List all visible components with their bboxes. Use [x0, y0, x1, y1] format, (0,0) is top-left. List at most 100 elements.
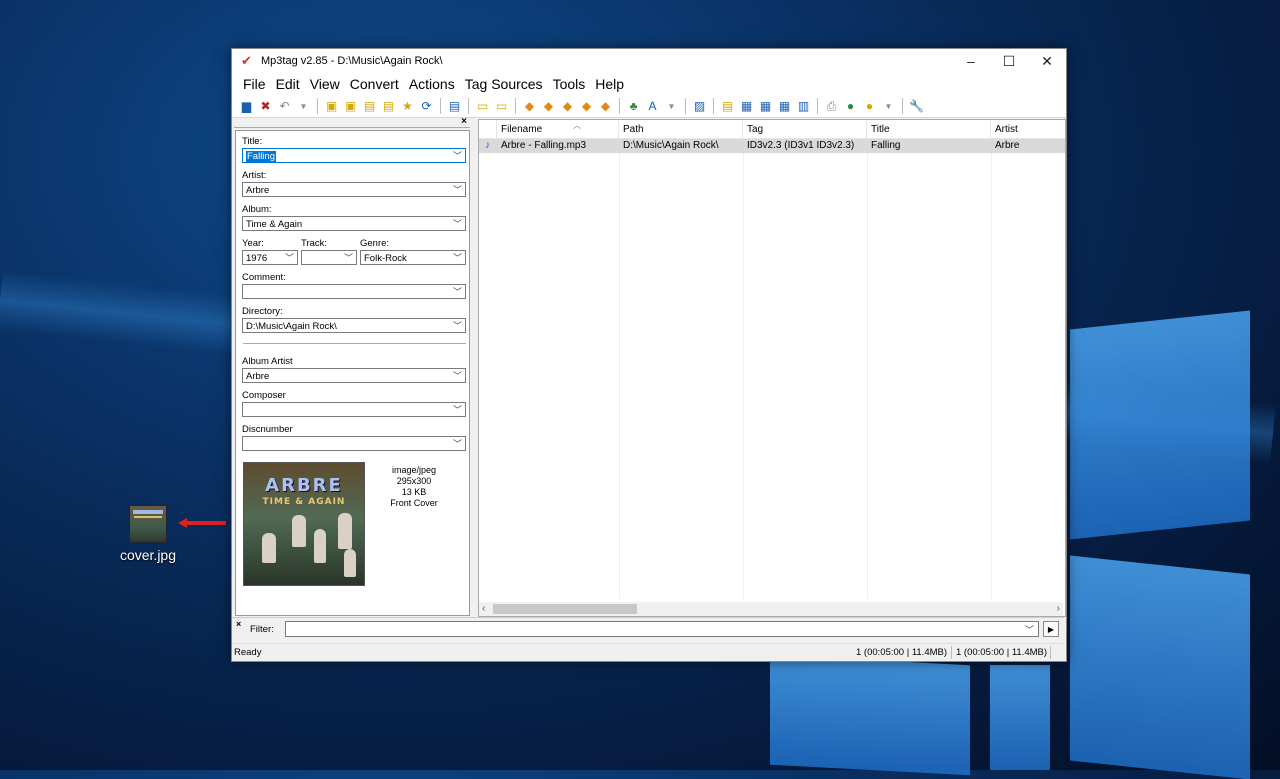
menu-tools[interactable]: Tools: [548, 76, 591, 92]
directory-field[interactable]: D:\Music\Again Rock\ ﹀: [242, 318, 466, 333]
horizontal-scrollbar[interactable]: ‹ ›: [479, 602, 1063, 616]
change-directory-icon[interactable]: ▣: [323, 98, 340, 115]
playlist-create-icon[interactable]: ▦: [738, 98, 755, 115]
playlist-icon[interactable]: ▤: [380, 98, 397, 115]
year-field[interactable]: 1976 ﹀: [242, 250, 298, 265]
refresh-icon[interactable]: ⟳: [418, 98, 435, 115]
column-header-artist[interactable]: Artist: [991, 120, 1065, 138]
actions-dropdown-icon[interactable]: ▼: [663, 98, 680, 115]
menu-help[interactable]: Help: [590, 76, 629, 92]
web-search-icon[interactable]: ●: [861, 98, 878, 115]
menu-actions[interactable]: Actions: [404, 76, 460, 92]
add-directory-icon[interactable]: ▣: [342, 98, 359, 115]
column-header-title[interactable]: Title: [867, 120, 991, 138]
album-artist-field[interactable]: Arbre ﹀: [242, 368, 466, 383]
remove-tag-icon[interactable]: ✖: [257, 98, 274, 115]
chevron-down-icon[interactable]: ﹀: [453, 403, 462, 418]
cover-dimensions: 295x300: [396, 476, 432, 486]
options-wrench-icon[interactable]: 🔧: [908, 98, 925, 115]
select-all-icon[interactable]: ▤: [446, 98, 463, 115]
action-icon[interactable]: ♣: [625, 98, 642, 115]
paste-tag-icon[interactable]: ▭: [493, 98, 510, 115]
cover-mime: image/jpeg: [391, 465, 437, 475]
discogs-icon[interactable]: ▦: [776, 98, 793, 115]
genre-field[interactable]: Folk-Rock ﹀: [360, 250, 466, 265]
genre-label: Genre:: [360, 238, 390, 249]
minimize-button[interactable]: –: [952, 49, 990, 73]
column-header-tag[interactable]: Tag: [743, 120, 867, 138]
discnumber-field[interactable]: ﹀: [242, 436, 466, 451]
filename-tag-icon[interactable]: ◆: [540, 98, 557, 115]
export-icon[interactable]: ▤: [719, 98, 736, 115]
scroll-right-icon[interactable]: ›: [1057, 602, 1060, 616]
filter-input[interactable]: ﹀: [285, 621, 1039, 637]
print-icon[interactable]: ⎙: [823, 98, 840, 115]
cover-art-image[interactable]: ARBRE TIME & AGAIN: [243, 462, 365, 586]
sources-dropdown-icon[interactable]: ▼: [880, 98, 897, 115]
freedb-icon[interactable]: ▦: [757, 98, 774, 115]
album-field[interactable]: Time & Again ﹀: [242, 216, 466, 231]
chevron-down-icon[interactable]: ﹀: [453, 183, 462, 198]
amazon-icon[interactable]: ▥: [795, 98, 812, 115]
menu-file[interactable]: File: [238, 76, 271, 92]
close-filter-icon[interactable]: ×: [236, 619, 241, 629]
menu-edit[interactable]: Edit: [271, 76, 305, 92]
web-sources-icon[interactable]: ●: [842, 98, 859, 115]
autonumbering-icon[interactable]: ▨: [691, 98, 708, 115]
toolbar-separator: [685, 98, 686, 114]
file-list-header: Filename ︿ Path Tag Title Artist: [479, 120, 1065, 139]
chevron-down-icon[interactable]: ﹀: [453, 319, 462, 334]
close-button[interactable]: ✕: [1028, 49, 1066, 73]
cover-type: Front Cover: [390, 498, 438, 508]
toolbar-separator: [440, 98, 441, 114]
desktop-logo-pane: [990, 665, 1050, 770]
mp3tag-window: ✔ Mp3tag v2.85 - D:\Music\Again Rock\ – …: [231, 48, 1067, 662]
composer-field[interactable]: ﹀: [242, 402, 466, 417]
scroll-left-icon[interactable]: ‹: [482, 602, 485, 616]
toolbar-separator: [619, 98, 620, 114]
chevron-down-icon[interactable]: ﹀: [453, 251, 462, 266]
menu-view[interactable]: View: [305, 76, 345, 92]
scrollbar-thumb[interactable]: [493, 604, 637, 614]
title-field[interactable]: Falling ﹀: [242, 148, 466, 163]
chevron-down-icon[interactable]: ﹀: [344, 251, 353, 266]
discnumber-label: Discnumber: [242, 424, 293, 435]
track-field[interactable]: ﹀: [301, 250, 357, 265]
desktop-icon-cover-jpg[interactable]: cover.jpg: [112, 505, 184, 563]
chevron-down-icon[interactable]: ﹀: [453, 149, 462, 164]
tag-filename-icon[interactable]: ◆: [521, 98, 538, 115]
filter-label: Filter:: [250, 624, 274, 635]
column-header-path[interactable]: Path: [619, 120, 743, 138]
menu-tag-sources[interactable]: Tag Sources: [460, 76, 548, 92]
menu-convert[interactable]: Convert: [345, 76, 404, 92]
dropdown-icon[interactable]: ▼: [295, 98, 312, 115]
favorites-star-icon[interactable]: ★: [399, 98, 416, 115]
chevron-down-icon[interactable]: ﹀: [453, 369, 462, 384]
close-panel-icon[interactable]: ×: [461, 116, 467, 127]
format-value-icon[interactable]: ◆: [597, 98, 614, 115]
comment-label: Comment:: [242, 272, 286, 283]
maximize-button[interactable]: ☐: [990, 49, 1028, 73]
text-file-tag-icon[interactable]: ◆: [559, 98, 576, 115]
filter-apply-button[interactable]: ▶: [1043, 621, 1059, 637]
case-conversion-icon[interactable]: A: [644, 98, 661, 115]
table-row[interactable]: ♪ Arbre - Falling.mp3 D:\Music\Again Roc…: [479, 139, 1065, 153]
open-folder-icon[interactable]: ▤: [361, 98, 378, 115]
chevron-down-icon[interactable]: ﹀: [285, 251, 294, 266]
window-title: Mp3tag v2.85 - D:\Music\Again Rock\: [261, 55, 443, 67]
cell-artist: Arbre: [995, 140, 1020, 151]
copy-tag-icon[interactable]: ▭: [474, 98, 491, 115]
tag-tag-icon[interactable]: ◆: [578, 98, 595, 115]
undo-icon[interactable]: ↶: [276, 98, 293, 115]
status-total: 1 (00:05:00 | 11.4MB): [956, 647, 1048, 658]
artist-field[interactable]: Arbre ﹀: [242, 182, 466, 197]
save-icon[interactable]: ▆: [238, 98, 255, 115]
column-header-filename[interactable]: Filename ︿: [497, 120, 619, 138]
chevron-down-icon[interactable]: ﹀: [1025, 623, 1034, 636]
comment-field[interactable]: ﹀: [242, 284, 466, 299]
toolbar-separator: [713, 98, 714, 114]
title-bar[interactable]: ✔ Mp3tag v2.85 - D:\Music\Again Rock\ – …: [232, 49, 1066, 73]
chevron-down-icon[interactable]: ﹀: [453, 285, 462, 300]
chevron-down-icon[interactable]: ﹀: [453, 217, 462, 232]
chevron-down-icon[interactable]: ﹀: [453, 437, 462, 452]
